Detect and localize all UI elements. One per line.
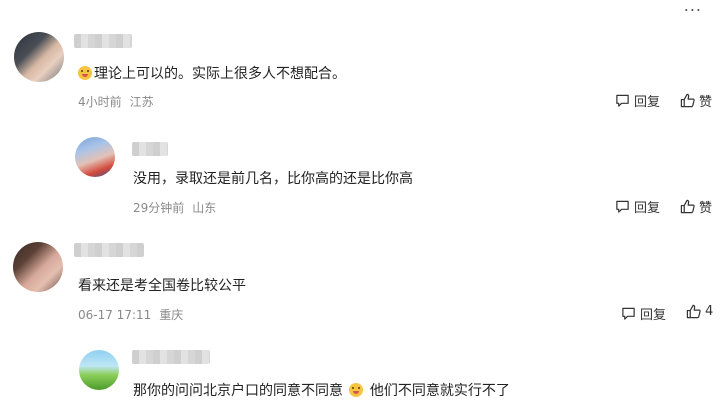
more-menu[interactable]: ... <box>684 0 702 15</box>
comment-meta: 06-17 17:11 重庆 <box>78 306 183 323</box>
comment-meta: 4小时前 江苏 <box>78 93 154 110</box>
reply-button[interactable]: 回复 <box>621 304 666 323</box>
reply-button[interactable]: 回复 <box>615 197 660 216</box>
username[interactable] <box>74 34 132 48</box>
thumb-up-icon <box>680 199 695 214</box>
thumb-up-icon <box>686 304 701 319</box>
username[interactable] <box>132 142 168 156</box>
username[interactable] <box>74 243 144 257</box>
like-button[interactable]: 赞 <box>680 197 712 216</box>
avatar[interactable] <box>13 242 63 292</box>
comment-text: 看来还是考全国卷比较公平 <box>78 278 246 294</box>
avatar[interactable] <box>14 32 64 82</box>
like-button[interactable]: 赞 <box>680 91 712 110</box>
like-label: 赞 <box>699 95 713 110</box>
reply-label: 回复 <box>634 95 661 110</box>
comment-meta: 29分钟前 山东 <box>133 199 216 216</box>
comment-text: 那你的问问北京户口的同意不同意 他们不同意就实行不了 <box>133 383 510 399</box>
comment-location: 山东 <box>192 201 217 215</box>
like-count: 4 <box>705 304 714 319</box>
reply-button[interactable]: 回复 <box>615 91 660 110</box>
reply-label: 回复 <box>634 201 661 216</box>
comment-text: 理论上可以的。实际上很多人不想配合。 <box>78 63 346 83</box>
username[interactable] <box>132 350 210 364</box>
like-label: 赞 <box>699 201 713 216</box>
grinning-face-emoji <box>349 383 364 397</box>
reply-label: 回复 <box>640 308 667 323</box>
thumb-up-icon <box>680 93 695 108</box>
like-button[interactable]: 4 <box>686 304 713 319</box>
comment-time: 06-17 17:11 <box>78 308 152 322</box>
comment-location: 重庆 <box>159 308 184 322</box>
avatar[interactable] <box>79 350 119 390</box>
comment-icon <box>622 307 635 320</box>
comment-location: 江苏 <box>129 95 154 109</box>
tongue-face-emoji <box>78 66 92 80</box>
avatar[interactable] <box>75 137 115 177</box>
comment-time: 4小时前 <box>78 95 122 109</box>
comment-text: 没用，录取还是前几名，比你高的还是比你高 <box>133 171 413 187</box>
comment-icon <box>616 94 629 107</box>
comment-time: 29分钟前 <box>133 201 185 215</box>
comment-icon <box>616 200 629 213</box>
